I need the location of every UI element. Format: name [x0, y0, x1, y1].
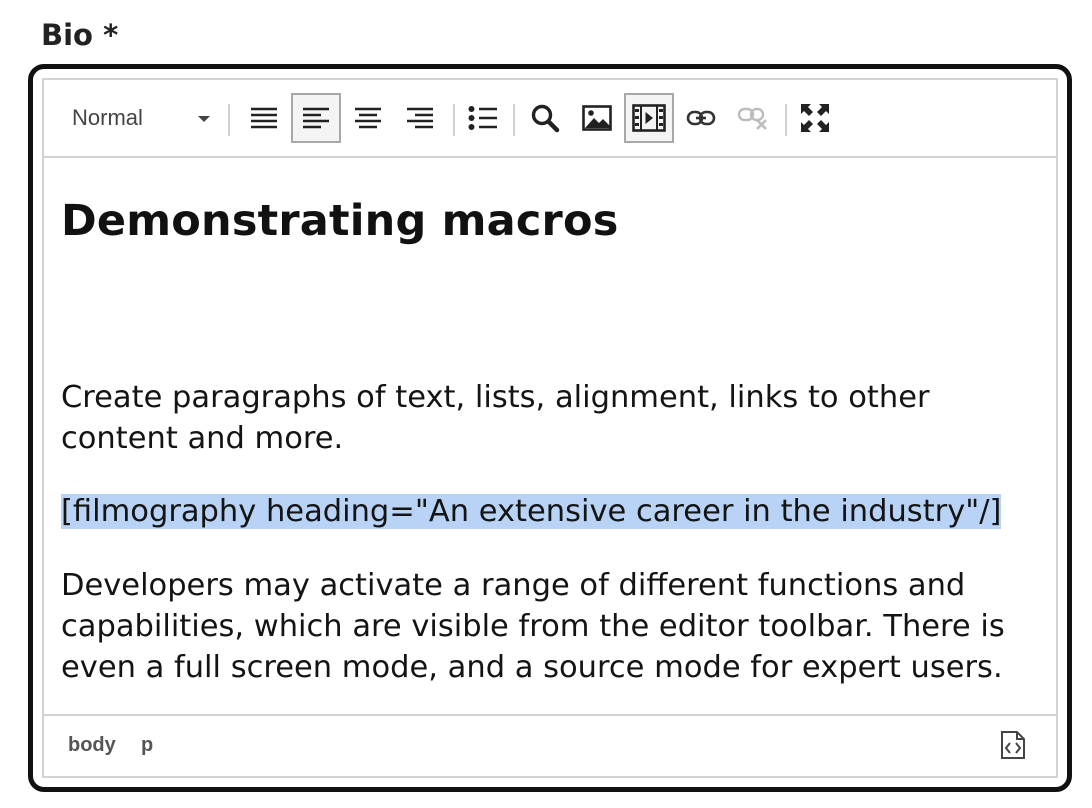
- selected-text: [filmography heading="An extensive caree…: [61, 494, 1002, 529]
- source-code-button[interactable]: [1000, 730, 1026, 760]
- align-left-icon: [303, 107, 329, 129]
- remove-link-button[interactable]: [728, 93, 778, 143]
- format-dropdown-value: Normal: [72, 105, 143, 130]
- bullet-list-button[interactable]: [458, 93, 508, 143]
- insert-link-button[interactable]: [676, 93, 726, 143]
- content-paragraph: Developers may activate a range of diffe…: [61, 568, 1005, 685]
- fullscreen-icon: [801, 104, 829, 132]
- image-icon: [582, 105, 612, 131]
- editor-toolbar: Normal: [44, 80, 1056, 158]
- fullscreen-button[interactable]: [790, 93, 840, 143]
- insert-image-button[interactable]: [572, 93, 622, 143]
- search-icon: [531, 104, 560, 133]
- insert-media-button[interactable]: [624, 93, 674, 143]
- unlink-icon: [737, 107, 767, 130]
- macro-paragraph: [filmography heading="An extensive caree…: [61, 491, 1044, 532]
- align-right-icon: [407, 107, 433, 129]
- bullet-list-icon: [468, 106, 497, 130]
- content-heading: Demonstrating macros: [61, 196, 619, 246]
- toolbar-separator: [453, 104, 455, 136]
- editor-content[interactable]: Demonstrating macros Create paragraphs o…: [61, 158, 1044, 714]
- toolbar-separator: [785, 104, 787, 136]
- align-justify-icon: [251, 107, 277, 129]
- element-path-p[interactable]: p: [141, 734, 153, 757]
- editor-focus-frame: Normal Demonstrating macros Create parag…: [28, 64, 1072, 792]
- align-justify-button[interactable]: [239, 93, 289, 143]
- content-paragraph: Create paragraphs of text, lists, alignm…: [61, 380, 930, 456]
- format-dropdown[interactable]: Normal: [60, 96, 220, 140]
- align-center-icon: [355, 107, 381, 129]
- element-path-body[interactable]: body: [68, 734, 116, 757]
- editor-statusbar: body p: [44, 714, 1056, 776]
- chevron-down-icon: [198, 116, 210, 122]
- source-code-icon: [1001, 731, 1025, 759]
- link-icon: [686, 110, 716, 126]
- media-icon: [632, 104, 666, 132]
- toolbar-separator: [228, 104, 230, 136]
- search-button[interactable]: [520, 93, 570, 143]
- align-right-button[interactable]: [395, 93, 445, 143]
- field-label: Bio *: [41, 18, 119, 52]
- align-left-button[interactable]: [291, 93, 341, 143]
- toolbar-separator: [513, 104, 515, 136]
- align-center-button[interactable]: [343, 93, 393, 143]
- rich-text-editor: Normal Demonstrating macros Create parag…: [42, 78, 1058, 778]
